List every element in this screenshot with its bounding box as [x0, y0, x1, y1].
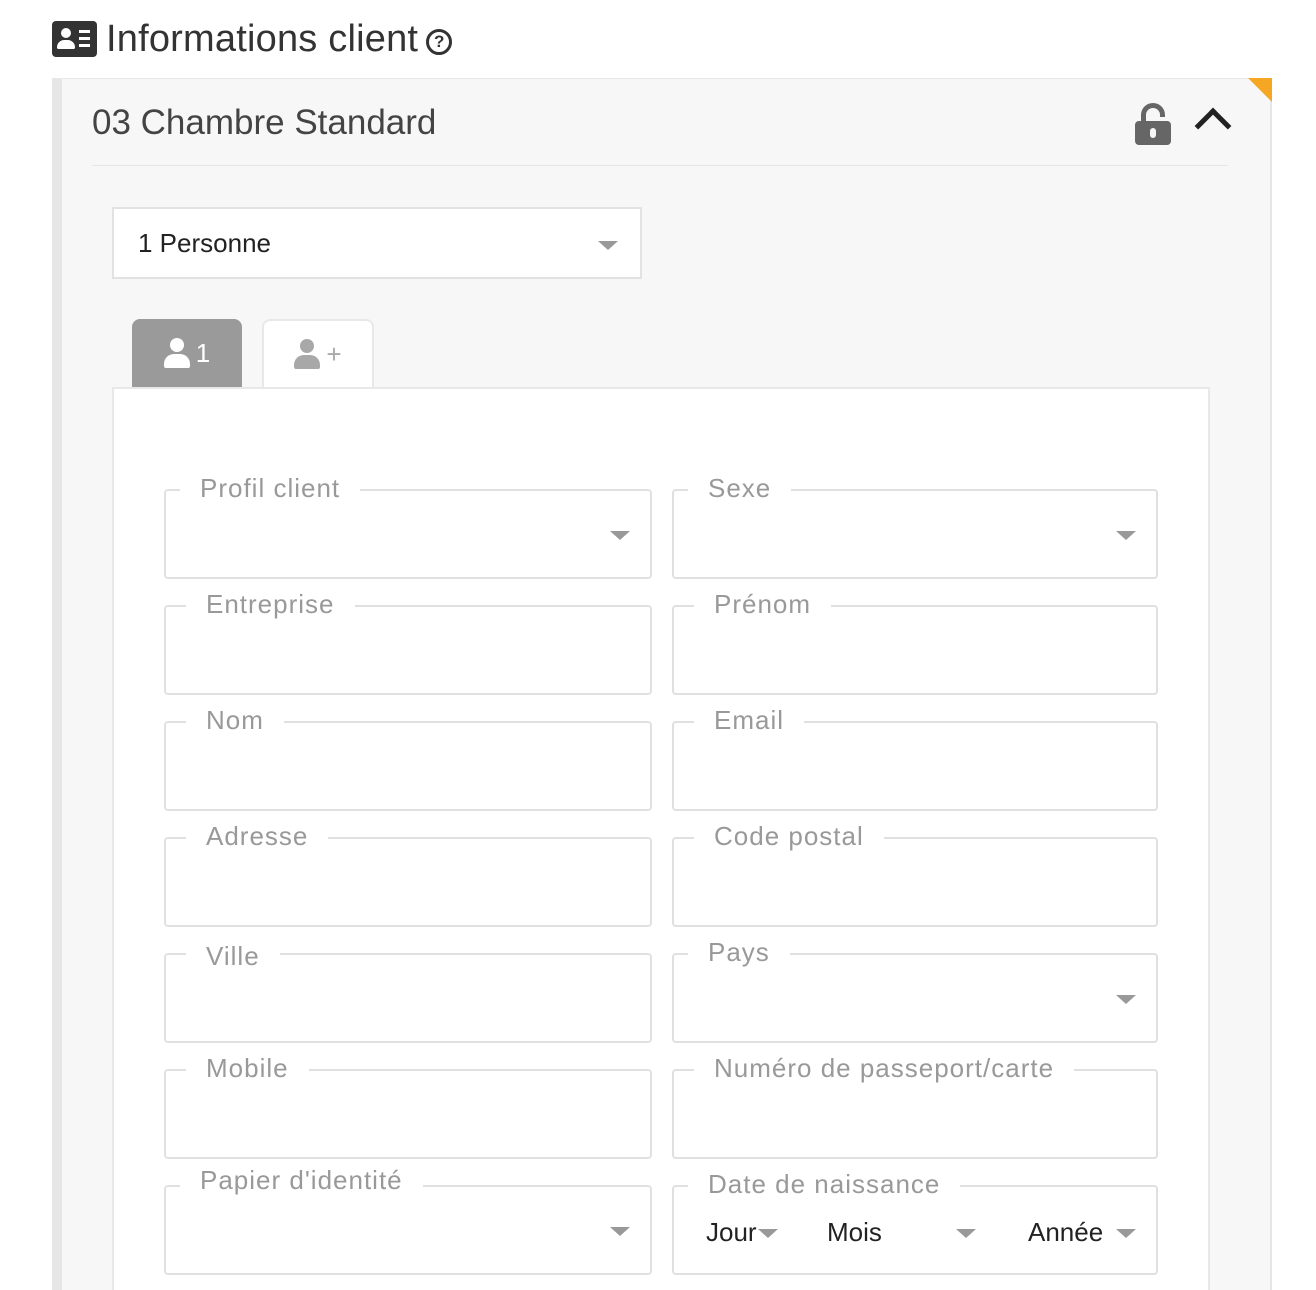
mobile-input[interactable]: [176, 1091, 640, 1141]
field-label: Numéro de passeport/carte: [694, 1053, 1075, 1084]
caret-down-icon: [956, 1229, 976, 1238]
field-label: Profil client: [180, 473, 361, 504]
caret-down-icon: [1116, 531, 1136, 540]
caret-down-icon: [610, 531, 630, 540]
nom-field[interactable]: Nom: [164, 705, 652, 811]
room-title: 03 Chambre Standard: [92, 103, 437, 142]
email-input[interactable]: [684, 743, 1146, 793]
room-panel: 03 Chambre Standard 1 Personne 1 + Profi…: [52, 78, 1272, 1290]
email-field[interactable]: Email: [672, 705, 1158, 811]
person-count-value: 1 Personne: [138, 227, 271, 258]
user-icon: [294, 339, 321, 369]
tab-person-1[interactable]: 1: [132, 319, 242, 387]
field-label: Papier d'identité: [180, 1165, 423, 1196]
field-label: Prénom: [694, 589, 832, 620]
prenom-field[interactable]: Prénom: [672, 589, 1158, 695]
field-label: Code postal: [694, 821, 884, 852]
code-postal-field[interactable]: Code postal: [672, 821, 1158, 927]
caret-down-icon: [598, 241, 618, 250]
corner-flag: [1248, 78, 1272, 102]
caret-down-icon: [610, 1227, 630, 1236]
id-card-icon: [52, 21, 97, 57]
field-label: Adresse: [186, 821, 329, 852]
tab-add-person[interactable]: +: [262, 319, 374, 387]
unlock-icon[interactable]: [1135, 103, 1171, 145]
field-label: Pays: [688, 937, 790, 968]
user-icon: [163, 338, 190, 368]
person-count-select[interactable]: 1 Personne: [112, 207, 642, 279]
header-divider: [92, 165, 1228, 166]
ville-input[interactable]: [176, 975, 640, 1025]
field-label: Entreprise: [186, 589, 355, 620]
passeport-input[interactable]: [684, 1091, 1146, 1141]
tab-person-1-label: 1: [195, 337, 211, 368]
field-label: Email: [694, 705, 805, 736]
adresse-field[interactable]: Adresse: [164, 821, 652, 927]
dob-day-select[interactable]: Jour: [706, 1217, 757, 1248]
sexe-select[interactable]: Sexe: [672, 473, 1158, 579]
entreprise-field[interactable]: Entreprise: [164, 589, 652, 695]
dob-month-select[interactable]: Mois: [827, 1217, 882, 1248]
prenom-input[interactable]: [684, 627, 1146, 677]
pays-select[interactable]: Pays: [672, 937, 1158, 1043]
mobile-field[interactable]: Mobile: [164, 1053, 652, 1159]
ville-field[interactable]: Ville: [164, 941, 652, 1043]
caret-down-icon: [758, 1229, 778, 1238]
tab-add-person-label: +: [326, 338, 342, 369]
section-title: Informations client: [106, 17, 419, 60]
papier-identite-select[interactable]: Papier d'identité: [164, 1165, 652, 1275]
dob-year-select[interactable]: Année: [1028, 1217, 1103, 1248]
field-label: Sexe: [688, 473, 792, 504]
caret-down-icon: [1116, 995, 1136, 1004]
chevron-up-icon[interactable]: [1194, 107, 1232, 145]
caret-down-icon: [1116, 1229, 1136, 1238]
profil-client-select[interactable]: Profil client: [164, 473, 652, 579]
client-form: Profil client Sexe Entreprise Prénom Nom…: [112, 387, 1210, 1290]
field-label: Ville: [186, 941, 280, 972]
section-header: Informations client ?: [52, 14, 453, 64]
field-label: Date de naissance: [688, 1169, 961, 1200]
help-icon[interactable]: ?: [426, 29, 453, 55]
entreprise-input[interactable]: [176, 627, 640, 677]
adresse-input[interactable]: [176, 859, 640, 909]
date-naissance-field: Date de naissance Jour Mois Année: [672, 1169, 1158, 1275]
passeport-field[interactable]: Numéro de passeport/carte: [672, 1053, 1158, 1159]
code-postal-input[interactable]: [684, 859, 1146, 909]
field-label: Nom: [186, 705, 284, 736]
nom-input[interactable]: [176, 743, 640, 793]
field-label: Mobile: [186, 1053, 309, 1084]
